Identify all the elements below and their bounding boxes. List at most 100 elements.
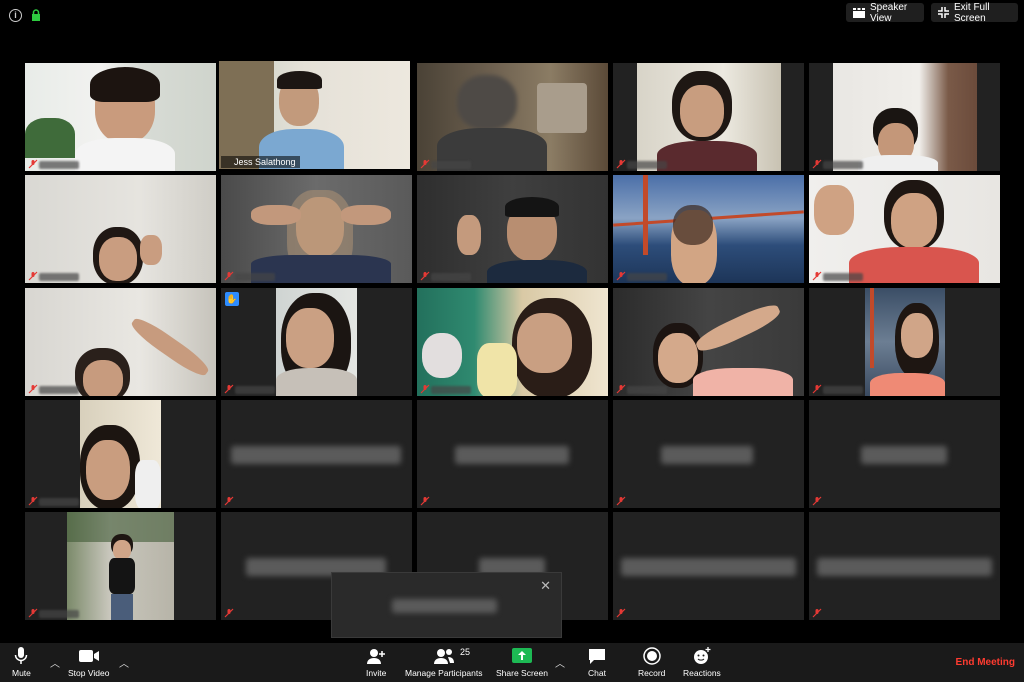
participant-tile-video-off[interactable] xyxy=(809,512,1000,620)
speaker-view-label: Speaker View xyxy=(870,1,908,24)
share-screen-icon xyxy=(511,648,532,663)
mic-off-icon xyxy=(420,159,430,169)
mic-off-icon xyxy=(28,496,38,506)
caret-up-icon[interactable]: ︿ xyxy=(555,655,565,670)
participant-video xyxy=(219,61,410,169)
participant-tile[interactable] xyxy=(417,63,608,171)
mic-off-icon xyxy=(616,608,626,618)
participant-video xyxy=(809,175,1000,283)
participant-tile[interactable] xyxy=(25,63,216,171)
participant-tile[interactable] xyxy=(809,288,1000,396)
mute-label: Mute xyxy=(12,668,31,678)
participant-tile[interactable] xyxy=(221,175,412,283)
caret-up-icon[interactable]: ︿ xyxy=(119,655,129,670)
participant-tile[interactable] xyxy=(809,63,1000,171)
info-icon[interactable]: i xyxy=(9,9,22,22)
exit-fullscreen-label: Exit Full Screen xyxy=(954,1,990,24)
exit-fullscreen-icon xyxy=(938,7,949,18)
share-screen-button[interactable]: Share Screen xyxy=(496,647,548,678)
participant-name-blurred xyxy=(431,273,471,281)
manage-participants-button[interactable]: Manage Participants xyxy=(405,647,483,678)
participant-tile[interactable]: ✋ xyxy=(221,288,412,396)
participant-video xyxy=(637,63,781,171)
participant-name-blurred xyxy=(235,273,275,281)
participant-video xyxy=(833,63,977,171)
end-meeting-button[interactable]: End Meeting xyxy=(956,657,1015,668)
participant-name-blurred xyxy=(817,558,992,576)
raise-hand-icon: ✋ xyxy=(225,292,239,306)
participant-tile-active-speaker[interactable]: Jess Salathong xyxy=(219,61,410,169)
invite-icon xyxy=(367,649,386,664)
participant-name-blurred xyxy=(627,273,667,281)
reactions-icon xyxy=(693,647,711,664)
record-button[interactable]: Record xyxy=(638,647,665,678)
participant-video xyxy=(67,512,174,620)
participant-name-blurred xyxy=(627,161,667,169)
participant-name-blurred xyxy=(39,273,79,281)
speaker-view-button[interactable]: Speaker View xyxy=(846,1,924,24)
participant-name-blurred xyxy=(39,161,79,169)
participant-name-blurred xyxy=(455,446,569,464)
participant-video xyxy=(80,400,161,508)
invite-button[interactable]: Invite xyxy=(366,647,386,678)
participant-name-blurred xyxy=(621,558,796,576)
participant-tile[interactable] xyxy=(417,175,608,283)
participant-tile[interactable] xyxy=(25,400,216,508)
participant-name-blurred xyxy=(39,386,79,394)
notification-popup: ✕ xyxy=(331,572,562,638)
close-icon[interactable]: ✕ xyxy=(540,578,551,594)
participant-tile-video-off[interactable] xyxy=(221,400,412,508)
mic-off-icon xyxy=(420,496,430,506)
meeting-toolbar: Mute ︿ Stop Video ︿ Invite Manage Partic… xyxy=(0,643,1024,682)
mic-off-icon xyxy=(224,384,234,394)
participant-count-badge: 25 xyxy=(460,647,471,657)
invite-label: Invite xyxy=(366,668,387,678)
participant-tile-video-off[interactable] xyxy=(809,400,1000,508)
chat-icon xyxy=(589,649,605,664)
participants-icon xyxy=(433,649,454,664)
participant-name-blurred xyxy=(861,446,947,464)
participant-name-blurred xyxy=(823,273,863,281)
mic-off-icon xyxy=(28,608,38,618)
stop-video-button[interactable]: Stop Video xyxy=(68,647,109,678)
video-camera-icon xyxy=(78,650,99,662)
chat-button[interactable]: Chat xyxy=(588,647,606,678)
mic-off-icon xyxy=(812,384,822,394)
mic-off-icon xyxy=(420,271,430,281)
mic-off-icon xyxy=(224,496,234,506)
participant-name-blurred xyxy=(431,161,471,169)
mic-off-icon xyxy=(812,608,822,618)
participant-tile[interactable] xyxy=(613,175,804,283)
participant-name-blurred xyxy=(39,498,79,506)
mic-off-icon xyxy=(28,159,38,169)
participant-tile[interactable] xyxy=(809,175,1000,283)
active-speaker-name: Jess Salathong xyxy=(221,156,300,168)
microphone-icon xyxy=(15,647,28,664)
mic-off-icon xyxy=(616,384,626,394)
exit-fullscreen-button[interactable]: Exit Full Screen xyxy=(931,1,1018,24)
participant-name-blurred xyxy=(431,386,471,394)
participant-name-blurred xyxy=(231,446,401,464)
participant-tile[interactable] xyxy=(25,288,216,396)
participant-tile[interactable] xyxy=(613,288,804,396)
participant-tile[interactable] xyxy=(25,512,216,620)
participant-tile-video-off[interactable] xyxy=(613,512,804,620)
caret-up-icon[interactable]: ︿ xyxy=(50,655,60,670)
mic-off-icon xyxy=(616,159,626,169)
mic-off-icon xyxy=(420,384,430,394)
participant-video xyxy=(417,288,608,396)
participant-tile[interactable] xyxy=(417,288,608,396)
participant-tile-video-off[interactable] xyxy=(417,400,608,508)
notification-text-blurred xyxy=(392,599,497,613)
mute-button[interactable]: Mute xyxy=(12,647,31,678)
lock-icon[interactable] xyxy=(30,9,42,21)
mic-off-icon xyxy=(812,271,822,281)
participant-video xyxy=(613,288,804,396)
mic-off-icon xyxy=(616,271,626,281)
participant-tile-video-off[interactable] xyxy=(613,400,804,508)
participant-tile[interactable] xyxy=(25,175,216,283)
participant-video xyxy=(25,288,216,396)
participant-video xyxy=(221,175,412,283)
reactions-button[interactable]: Reactions xyxy=(683,647,721,678)
participant-tile[interactable] xyxy=(613,63,804,171)
